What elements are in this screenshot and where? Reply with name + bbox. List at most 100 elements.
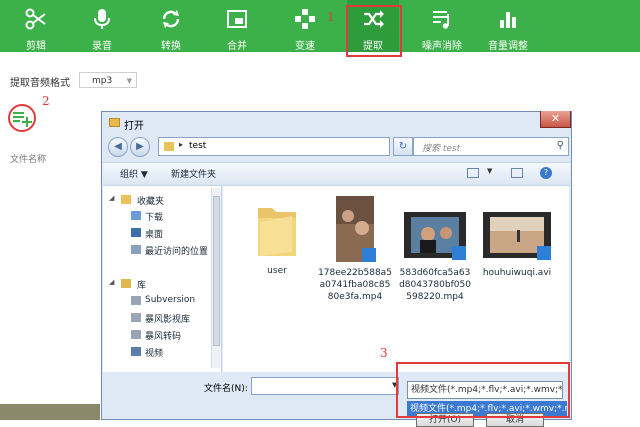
folder-icon xyxy=(164,142,174,151)
back-button[interactable]: ◀ xyxy=(108,137,128,157)
library-icon xyxy=(121,279,131,288)
file-list-pane: user 178ee22b588a5 a0741fba08c85 80e3fa.… xyxy=(223,186,569,372)
file-name-line: 583d60fca5a63 xyxy=(399,268,471,278)
search-icon: ⚲ xyxy=(556,140,564,151)
refresh-icon: ↻ xyxy=(398,141,408,152)
nav-item-recent[interactable]: 最近访问的位置 xyxy=(145,244,208,257)
star-folder-icon xyxy=(121,195,131,204)
toolbar-label: 合并 xyxy=(227,41,247,52)
nav-scrollbar[interactable] xyxy=(211,188,221,368)
format-select[interactable]: mp3 ▼ xyxy=(79,72,137,88)
nav-item-desktop[interactable]: 桌面 xyxy=(145,227,163,240)
breadcrumb-arrow-icon: ▸ xyxy=(179,140,184,149)
video-thumbnail-icon xyxy=(404,212,466,260)
file-name: user xyxy=(267,266,287,276)
breadcrumb-path[interactable]: test xyxy=(189,141,206,151)
file-item-video[interactable]: 583d60fca5a63 d8043780bf050 598220.mp4 xyxy=(395,208,475,303)
file-name-line: a0741fba08c85 xyxy=(319,280,391,290)
refresh-button[interactable]: ↻ xyxy=(393,137,413,156)
folder-icon xyxy=(109,118,120,127)
file-name-column-header: 文件名称 xyxy=(10,155,47,165)
add-file-button[interactable] xyxy=(8,104,36,132)
help-icon[interactable]: ? xyxy=(540,167,552,179)
new-folder-button[interactable]: 新建文件夹 xyxy=(171,167,216,180)
dialog-navigation-bar: ◀ ▶ ▸ test ↻ 搜索 test ⚲ xyxy=(106,136,569,158)
nav-item-subversion[interactable]: Subversion xyxy=(145,295,195,305)
add-list-icon xyxy=(13,112,32,127)
background-thumbnail-strip xyxy=(0,404,100,420)
toolbar-label: 噪声消除 xyxy=(422,41,462,52)
preview-pane-icon[interactable] xyxy=(511,168,523,178)
collapse-triangle-icon[interactable]: ◢ xyxy=(109,278,114,286)
arrow-right-icon: ▶ xyxy=(136,141,144,152)
search-input[interactable]: 搜索 test ⚲ xyxy=(413,137,569,156)
annotation-box-filter xyxy=(396,362,570,418)
convert-arrows-icon xyxy=(162,10,180,28)
nav-item-libraries[interactable]: 库 xyxy=(137,278,146,291)
main-toolbar: 剪辑 录音 转换 合并 变速 提取 噪声消除 音量调整 xyxy=(0,0,640,52)
nav-item-downloads[interactable]: 下载 xyxy=(145,210,163,223)
recent-places-icon xyxy=(131,245,141,254)
filename-input[interactable] xyxy=(251,377,399,395)
toolbar-cut-button[interactable]: 剪辑 xyxy=(10,0,62,52)
file-name-line: d8043780bf050 xyxy=(399,280,471,290)
toolbar-convert-button[interactable]: 转换 xyxy=(145,0,197,52)
collapse-triangle-icon[interactable]: ◢ xyxy=(109,194,114,202)
toolbar-record-button[interactable]: 录音 xyxy=(76,0,128,52)
filename-label: 文件名(N): xyxy=(204,384,248,394)
file-item-video[interactable]: houhuiwuqi.avi xyxy=(477,208,557,279)
noise-removal-icon xyxy=(433,11,449,29)
forward-button[interactable]: ▶ xyxy=(130,137,150,157)
nav-item-baofeng-convert[interactable]: 暴风转码 xyxy=(145,329,181,342)
toolbar-noise-button[interactable]: 噪声消除 xyxy=(412,0,472,52)
scissors-icon xyxy=(25,8,46,30)
toolbar-label: 变速 xyxy=(295,41,315,52)
video-thumbnail-icon xyxy=(483,212,551,260)
annotation-number-1: 1 xyxy=(327,10,335,24)
dialog-command-bar: 组织 ▼ 新建文件夹 ▼ ? xyxy=(103,162,570,186)
toolbar-label: 转换 xyxy=(161,41,181,52)
toolbar-merge-button[interactable]: 合并 xyxy=(211,0,263,52)
file-name-line: 178ee22b588a5 xyxy=(318,268,392,278)
toolbar-scroll-edge xyxy=(628,32,640,52)
nav-item-baofeng-library[interactable]: 暴风影视库 xyxy=(145,312,190,325)
volume-bars-icon xyxy=(500,12,516,28)
toolbar-speed-button[interactable]: 变速 xyxy=(279,0,331,52)
dialog-title: 打开 xyxy=(124,121,144,132)
address-bar[interactable]: ▸ test xyxy=(158,137,390,156)
format-label: 提取音频格式 xyxy=(10,78,70,89)
view-mode-icon[interactable] xyxy=(467,168,479,178)
video-thumbnail-icon xyxy=(336,196,376,262)
file-item-video[interactable]: 178ee22b588a5 a0741fba08c85 80e3fa.mp4 xyxy=(315,194,395,303)
file-item-folder[interactable]: user xyxy=(237,202,317,277)
format-value: mp3 xyxy=(92,76,113,86)
folder-icon xyxy=(258,208,296,256)
annotation-number-3: 3 xyxy=(380,346,388,360)
library-item-icon xyxy=(131,313,141,322)
toolbar-volume-button[interactable]: 音量调整 xyxy=(480,0,536,52)
library-item-icon xyxy=(131,330,141,339)
search-placeholder: 搜索 test xyxy=(422,144,461,154)
nav-item-favorites[interactable]: 收藏夹 xyxy=(137,194,164,207)
nav-item-videos[interactable]: 视频 xyxy=(145,346,163,359)
nav-scrollbar-thumb[interactable] xyxy=(213,196,220,346)
file-name: houhuiwuqi.avi xyxy=(482,268,552,278)
toolbar-label: 音量调整 xyxy=(488,41,528,52)
downloads-icon xyxy=(131,211,141,220)
file-name-line: 598220.mp4 xyxy=(406,292,464,302)
microphone-icon xyxy=(94,9,110,29)
arrow-left-icon: ◀ xyxy=(114,141,122,152)
speed-icon xyxy=(295,9,315,29)
organize-menu[interactable]: 组织 ▼ xyxy=(120,167,148,180)
annotation-box-extract xyxy=(346,5,402,57)
subversion-icon xyxy=(131,296,141,305)
desktop-icon xyxy=(131,228,141,237)
file-name-line: 80e3fa.mp4 xyxy=(327,292,383,302)
dialog-close-button[interactable]: ✕ xyxy=(540,111,571,128)
toolbar-label: 剪辑 xyxy=(26,41,46,52)
chevron-down-icon: ▼ xyxy=(126,77,132,85)
chevron-down-icon[interactable]: ▼ xyxy=(487,167,492,175)
close-icon: ✕ xyxy=(550,112,561,125)
videos-icon xyxy=(131,347,141,356)
merge-icon xyxy=(227,10,247,28)
